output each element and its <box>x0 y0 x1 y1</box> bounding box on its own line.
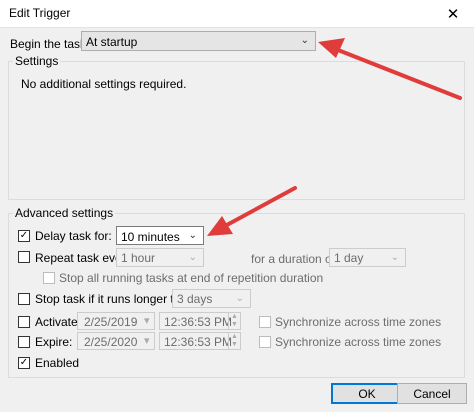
annotation-arrow-delay <box>207 186 297 236</box>
annotation-arrow-begin <box>318 38 462 100</box>
annotation-arrows <box>207 38 462 236</box>
